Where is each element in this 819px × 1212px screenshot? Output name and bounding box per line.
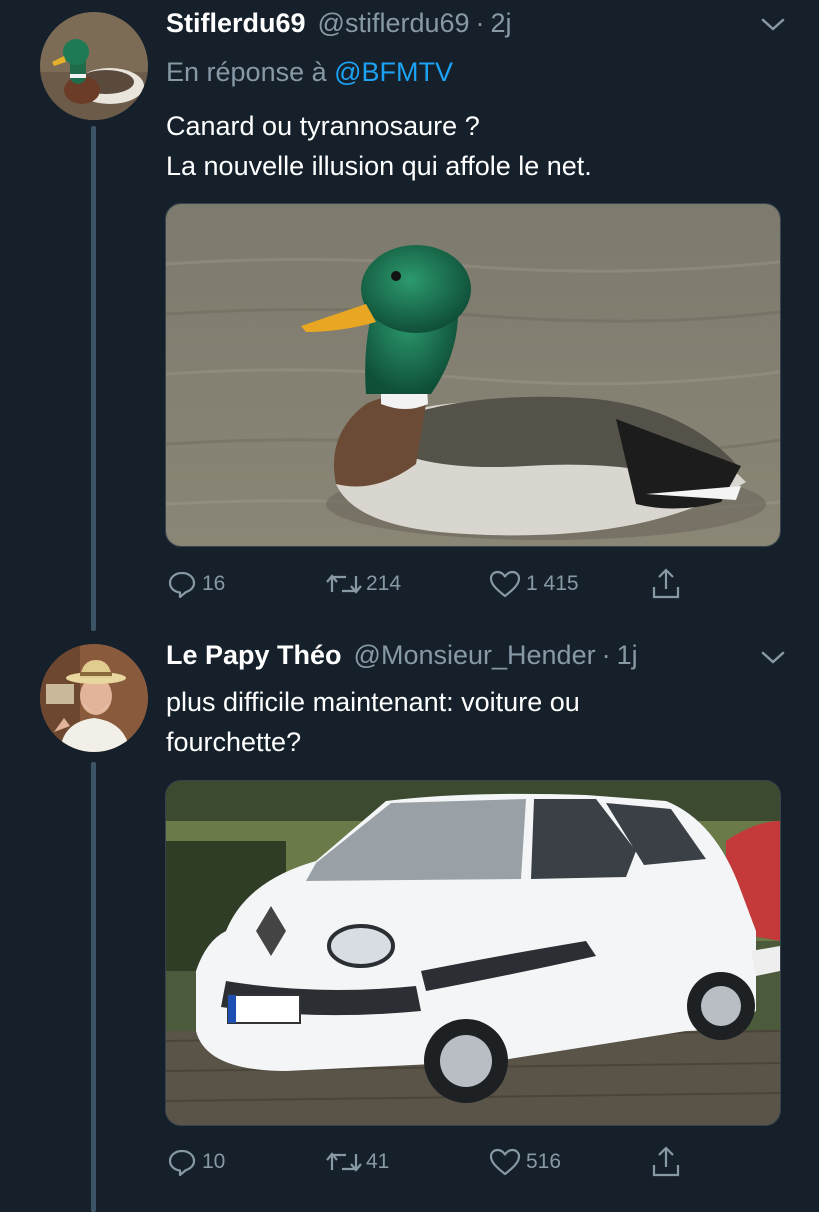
like-count: 516 <box>526 1150 562 1173</box>
reply-count: 10 <box>202 1150 226 1173</box>
retweet-icon <box>326 1152 362 1172</box>
chevron-down-icon[interactable] <box>760 649 786 667</box>
reply-count: 16 <box>202 572 226 595</box>
reply-icon <box>168 1149 196 1177</box>
heart-icon <box>489 570 521 598</box>
tweet-text-line: La nouvelle illusion qui affole le net. <box>166 151 592 181</box>
old-man-hat-avatar-icon <box>40 644 148 752</box>
tweet-text-line: fourchette? <box>166 727 302 757</box>
share-icon <box>652 568 680 599</box>
author-handle[interactable]: @Monsieur_Hender <box>354 640 596 671</box>
tweet-text: Canard ou tyrannosaure ? La nouvelle ill… <box>166 106 766 186</box>
retweet-button[interactable]: 214 <box>326 564 401 604</box>
share-button[interactable] <box>650 564 686 604</box>
tweet-text-line: Canard ou tyrannosaure ? <box>166 111 480 141</box>
like-button[interactable]: 516 <box>488 1142 561 1182</box>
duck-avatar-icon <box>40 12 148 120</box>
retweet-count: 214 <box>366 572 402 595</box>
retweet-button[interactable]: 41 <box>326 1142 389 1182</box>
tweet-1[interactable]: Stiflerdu69 @stiflerdu69 · 2j En réponse… <box>0 0 819 631</box>
author-handle[interactable]: @stiflerdu69 <box>318 8 470 39</box>
thread-line <box>91 126 96 631</box>
retweet-icon <box>326 574 362 594</box>
tweet-actions: 10 41 516 <box>166 1142 786 1182</box>
separator: · <box>601 640 611 670</box>
white-car-photo-icon <box>166 781 780 1125</box>
author-avatar[interactable] <box>40 12 148 120</box>
reply-button[interactable]: 16 <box>166 564 225 604</box>
reply-icon <box>168 571 196 599</box>
author-name[interactable]: Le Papy Théo <box>166 640 342 671</box>
share-icon <box>652 1146 680 1177</box>
timestamp[interactable]: 1j <box>617 640 638 671</box>
chevron-down-icon[interactable] <box>760 16 786 34</box>
mallard-duck-photo-icon <box>166 204 780 546</box>
tweet-text: plus difficile maintenant: voiture ou fo… <box>166 682 766 762</box>
heart-icon <box>489 1148 521 1176</box>
retweet-count: 41 <box>366 1150 390 1173</box>
like-count: 1 415 <box>526 572 579 595</box>
timestamp[interactable]: 2j <box>491 8 512 39</box>
reply-prefix: En réponse à <box>166 57 327 87</box>
tweet-header: Stiflerdu69 @stiflerdu69 · 2j <box>166 8 512 44</box>
separator: · <box>475 8 485 38</box>
reply-context: En réponse à @BFMTV <box>166 57 453 88</box>
author-avatar[interactable] <box>40 644 148 752</box>
reply-button[interactable]: 10 <box>166 1142 225 1182</box>
reply-mention-link[interactable]: @BFMTV <box>334 57 453 87</box>
tweet-media[interactable] <box>165 780 781 1126</box>
tweet-actions: 16 214 1 415 <box>166 564 786 604</box>
tweet-header: Le Papy Théo @Monsieur_Hender · 1j <box>166 640 638 676</box>
tweet-text-line: plus difficile maintenant: voiture ou <box>166 687 580 717</box>
like-button[interactable]: 1 415 <box>488 564 579 604</box>
tweet-media[interactable] <box>165 203 781 547</box>
thread-line <box>91 762 96 1212</box>
author-name[interactable]: Stiflerdu69 <box>166 8 306 39</box>
tweet-2[interactable]: Le Papy Théo @Monsieur_Hender · 1j plus … <box>0 620 819 1212</box>
share-button[interactable] <box>650 1142 686 1182</box>
